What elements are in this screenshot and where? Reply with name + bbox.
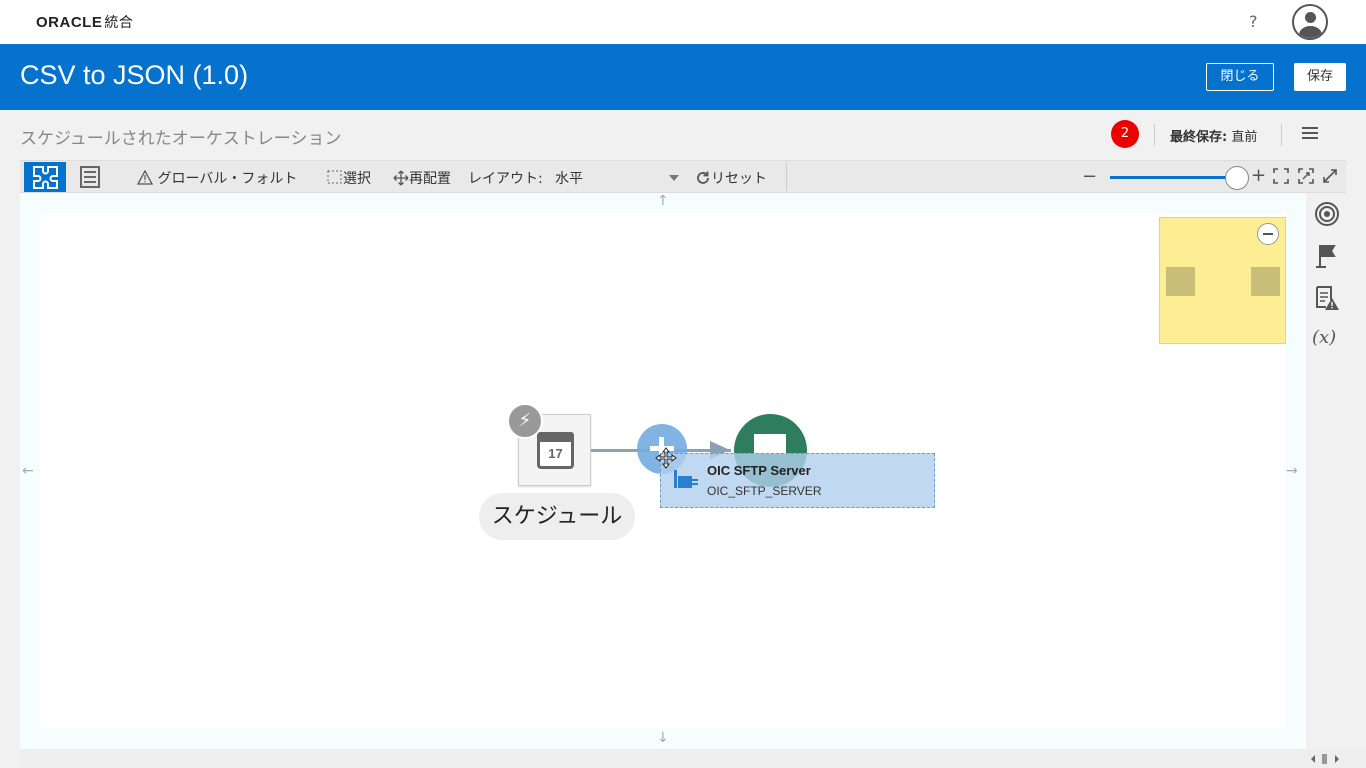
global-fault-label: グローバル・フォルト	[157, 171, 298, 187]
layout-select[interactable]: 水平	[555, 168, 583, 188]
error-count-badge[interactable]: 2	[1111, 120, 1139, 148]
save-button[interactable]: 保存	[1294, 63, 1346, 91]
variable-icon[interactable]: (x)	[1312, 327, 1346, 353]
zoom-to-fit-icon[interactable]	[1298, 168, 1314, 184]
canvas-view-puzzle-icon[interactable]	[24, 162, 66, 192]
canvas-toolbar: グローバル・フォルト 選択 再配置 レイアウト: 水平 リセット − +	[20, 160, 1346, 193]
flag-icon[interactable]	[1314, 243, 1340, 269]
brand-sub: 統合	[104, 15, 134, 31]
move-cursor-icon	[655, 447, 677, 469]
dragged-connection[interactable]: OIC SFTP Server OIC_SFTP_SERVER	[660, 453, 935, 508]
chevron-down-icon[interactable]	[669, 175, 679, 181]
calendar-date: 17	[548, 446, 563, 461]
scroll-down-icon[interactable]: ↓	[657, 730, 669, 746]
move-icon	[393, 170, 409, 186]
fit-screen-icon[interactable]	[1273, 168, 1289, 184]
horizontal-scrollbar[interactable]	[20, 749, 1366, 768]
right-rail: (x)	[1306, 193, 1348, 749]
warning-icon	[136, 169, 154, 185]
rearrange-button[interactable]: 再配置	[393, 168, 451, 188]
reset-label: リセット	[711, 171, 767, 187]
zoom-slider-thumb[interactable]	[1225, 166, 1249, 190]
list-view-icon[interactable]	[80, 166, 100, 188]
expand-icon[interactable]	[1322, 168, 1338, 184]
last-saved-value: 直前	[1231, 130, 1258, 145]
select-button[interactable]: 選択	[327, 168, 371, 188]
page-title: CSV to JSON (1.0)	[20, 60, 249, 90]
user-avatar-icon[interactable]	[1292, 4, 1328, 40]
select-icon	[327, 170, 342, 184]
trigger-bolt-icon: ⚡	[507, 403, 543, 439]
zoom-slider-track[interactable]	[1110, 176, 1234, 179]
connection-id: OIC_SFTP_SERVER	[707, 484, 822, 498]
divider	[1281, 124, 1282, 146]
divider	[1154, 124, 1155, 146]
divider	[786, 163, 787, 191]
help-icon[interactable]: ?	[1249, 12, 1258, 31]
reset-button[interactable]: リセット	[695, 168, 767, 188]
schedule-label[interactable]: スケジュール	[479, 493, 635, 540]
close-button[interactable]: 閉じる	[1206, 63, 1274, 91]
overview-map[interactable]	[1159, 217, 1286, 344]
menu-icon[interactable]	[1302, 127, 1318, 141]
top-bar: ORACLE 統合 ?	[0, 0, 1366, 44]
scrollbar-controls-icon[interactable]	[1310, 753, 1340, 765]
scroll-right-icon[interactable]: →	[1286, 463, 1298, 479]
sub-header: スケジュールされたオーケストレーション 2 最終保存: 直前	[0, 110, 1366, 160]
rearrange-label: 再配置	[409, 171, 451, 187]
title-bar: CSV to JSON (1.0) 閉じる 保存	[0, 44, 1366, 110]
zoom-in-icon[interactable]: +	[1251, 165, 1266, 186]
scroll-left-icon[interactable]: ←	[22, 463, 34, 479]
calendar-icon: 17	[537, 432, 574, 469]
layout-label: レイアウト:	[468, 171, 543, 187]
select-label: 選択	[343, 171, 371, 187]
overview-node	[1251, 267, 1280, 296]
reset-icon	[697, 171, 709, 184]
last-saved: 最終保存: 直前	[1170, 126, 1257, 145]
scroll-up-icon[interactable]: ↑	[657, 193, 669, 209]
brand-name: ORACLE	[36, 14, 103, 31]
last-saved-label: 最終保存:	[1170, 130, 1228, 145]
zoom-out-icon[interactable]: −	[1082, 166, 1097, 187]
adapter-plug-icon	[673, 468, 699, 490]
global-fault-button[interactable]: グローバル・フォルト	[136, 168, 298, 188]
collapse-overview-icon[interactable]	[1257, 223, 1279, 245]
oracle-logo[interactable]: ORACLE 統合	[36, 12, 133, 32]
target-icon[interactable]	[1314, 201, 1340, 227]
overview-node	[1166, 267, 1195, 296]
error-report-icon[interactable]	[1314, 285, 1340, 311]
connection-name: OIC SFTP Server	[707, 463, 811, 478]
integration-type: スケジュールされたオーケストレーション	[20, 129, 342, 149]
